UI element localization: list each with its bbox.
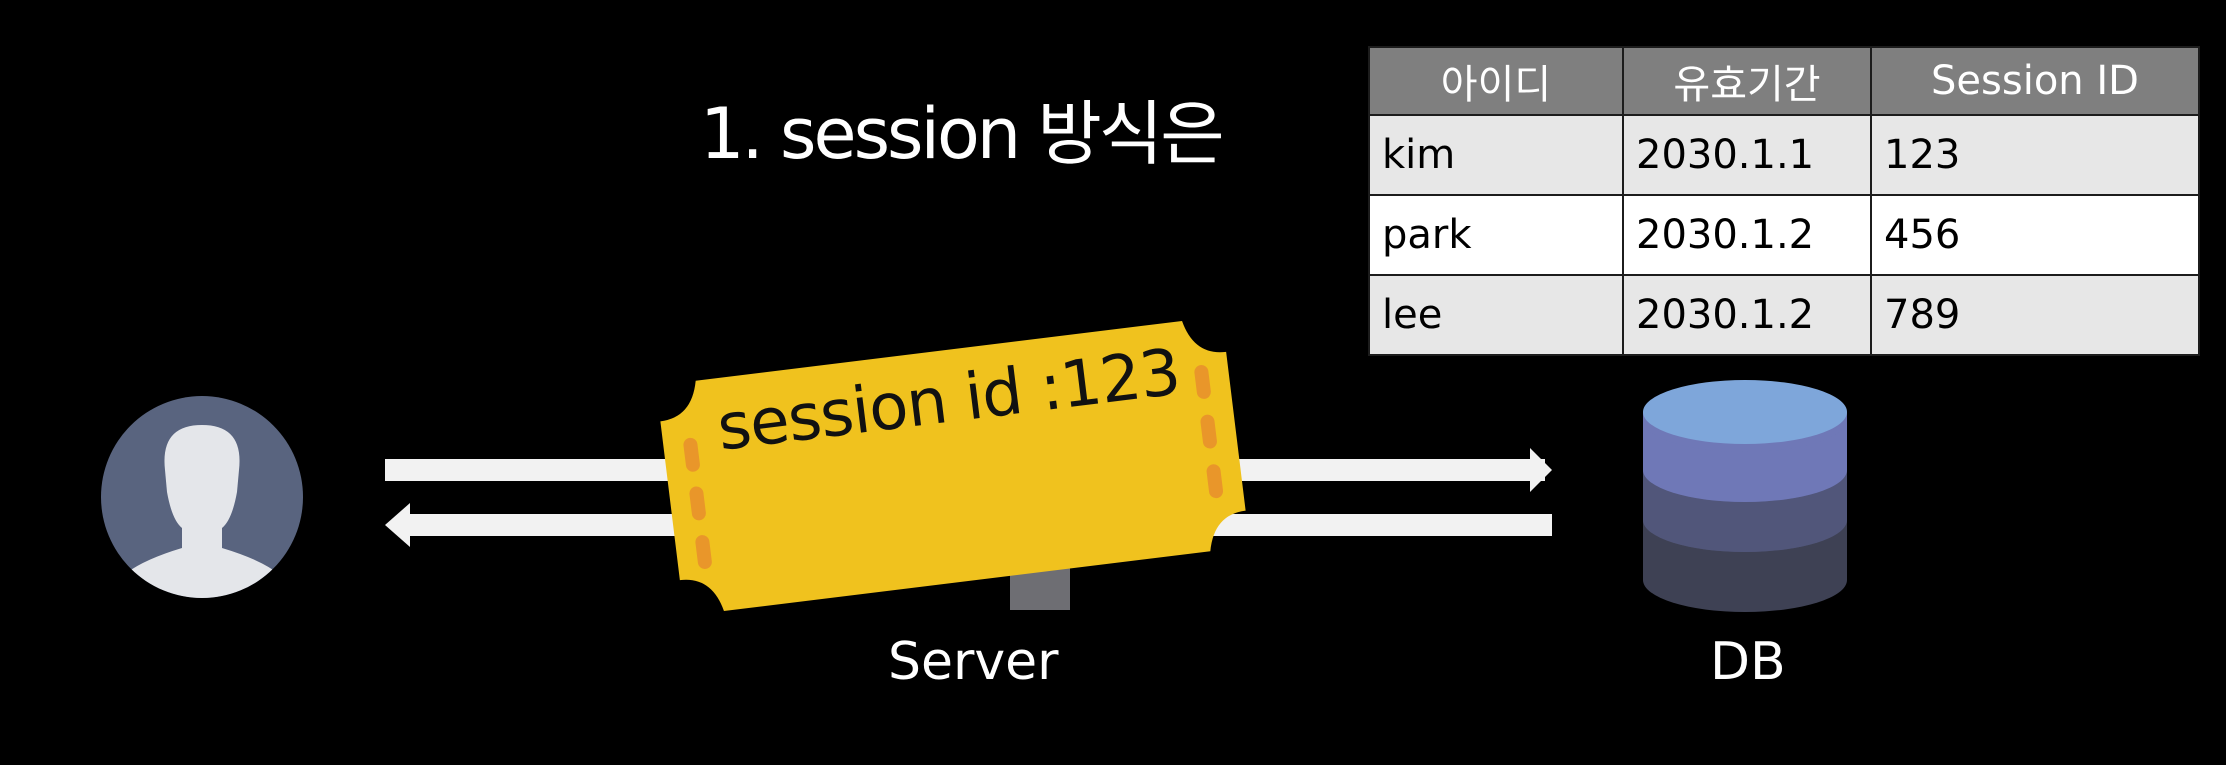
column-header-expiry: 유효기간 <box>1622 46 1872 116</box>
database-icon <box>1643 380 1847 612</box>
table-row: lee 2030.1.2 789 <box>1368 274 2200 356</box>
table-cell: 456 <box>1870 194 2200 276</box>
slide-title: 1. session 방식은 <box>700 93 1225 175</box>
table-cell: 2030.1.2 <box>1622 194 1872 276</box>
table-cell: park <box>1368 194 1624 276</box>
db-label: DB <box>1710 632 1786 692</box>
column-header-session-id: Session ID <box>1870 46 2200 116</box>
table-row: kim 2030.1.1 123 <box>1368 114 2200 196</box>
table-cell: 789 <box>1870 274 2200 356</box>
session-table: 아이디 유효기간 Session ID kim 2030.1.1 123 par… <box>1368 46 2200 356</box>
table-header-row: 아이디 유효기간 Session ID <box>1368 46 2200 116</box>
table-cell: lee <box>1368 274 1624 356</box>
table-cell: 2030.1.1 <box>1622 114 1872 196</box>
user-avatar-icon <box>101 396 303 598</box>
column-header-id: 아이디 <box>1368 46 1624 116</box>
table-cell: 2030.1.2 <box>1622 274 1872 356</box>
server-label: Server <box>888 632 1059 692</box>
table-row: park 2030.1.2 456 <box>1368 194 2200 276</box>
table-cell: 123 <box>1870 114 2200 196</box>
table-cell: kim <box>1368 114 1624 196</box>
